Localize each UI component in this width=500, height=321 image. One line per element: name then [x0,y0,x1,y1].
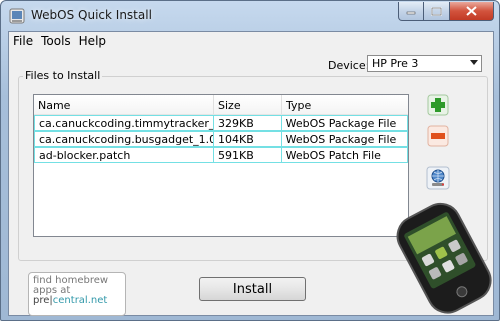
cell-name: ad-blocker.patch [35,148,215,162]
close-icon [466,6,477,16]
globe-icon [426,166,450,190]
minimize-button[interactable] [398,2,424,21]
promo-brand: pre|central.net [33,296,125,306]
column-header-name[interactable]: Name [34,95,214,114]
app-icon [9,8,25,24]
cell-size: 104KB [214,132,282,146]
cell-size: 591KB [214,148,282,162]
cell-name: ca.canuckcoding.busgadget_1.0.0_all.ipk [35,132,215,146]
precentral-promo[interactable]: find homebrew apps at pre|central.net [28,272,126,316]
chevron-down-icon [470,60,478,65]
device-selected-value: HP Pre 3 [372,57,419,70]
maximize-icon [431,6,442,16]
minimize-icon [406,11,416,15]
device-dropdown[interactable]: HP Pre 3 [367,55,482,72]
phone-image [396,202,492,314]
cell-type: WebOS Patch File [285,149,381,162]
close-button[interactable] [450,2,494,21]
menu-help[interactable]: Help [75,32,110,50]
files-group-label: Files to Install [23,69,103,82]
menu-bar: File Tools Help [9,32,493,50]
cell-size: 329KB [214,116,282,130]
table-header: Name Size Type [34,95,408,115]
device-label: Device: [328,59,370,72]
files-table[interactable]: Name Size Type ca.canuckcoding.timmytrac… [33,94,409,237]
column-header-type[interactable]: Type [282,95,408,114]
menu-tools[interactable]: Tools [37,32,75,50]
cell-type: WebOS Package File [285,117,397,130]
window-title: WebOS Quick Install [31,8,152,22]
promo-brand-central: central.net [52,295,108,306]
cell-name: ca.canuckcoding.timmytracker_1.0.0_... [35,116,215,130]
add-file-button[interactable] [424,91,452,119]
feed-button[interactable] [424,164,452,192]
table-row[interactable]: ad-blocker.patch 591KB WebOS Patch File [34,147,408,163]
menu-file[interactable]: File [9,32,37,50]
column-header-size[interactable]: Size [214,95,282,114]
install-button[interactable]: Install [199,277,306,301]
table-row[interactable]: ca.canuckcoding.timmytracker_1.0.0_... 3… [34,115,408,131]
table-row[interactable]: ca.canuckcoding.busgadget_1.0.0_all.ipk … [34,131,408,147]
minus-icon [427,125,449,147]
title-bar[interactable]: WebOS Quick Install [1,1,499,31]
remove-file-button[interactable] [424,122,452,150]
promo-brand-pre: pre [33,295,50,306]
maximize-button[interactable] [424,2,450,21]
plus-icon [427,94,449,116]
cell-type: WebOS Package File [285,133,397,146]
